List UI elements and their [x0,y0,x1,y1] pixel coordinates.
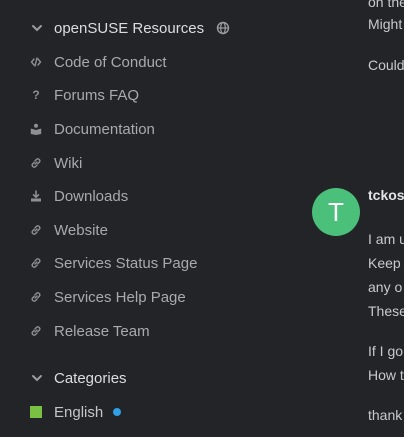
question-icon: ? [32,88,40,102]
chevron-down-icon [32,375,42,382]
section-header-categories[interactable]: Categories [30,366,127,390]
link-label: Services Help Page [54,288,186,306]
globe-icon [216,21,230,35]
link-label: Forums FAQ [54,86,140,104]
sidebar-link-downloads[interactable]: Downloads [30,184,128,208]
category-color-square [30,406,42,418]
section-label: openSUSE Resources [54,19,205,37]
post-text-line: I am u [368,231,404,247]
post-text-line: How t [368,367,404,383]
post-text-line: thank [368,407,403,423]
link-icon [30,256,42,270]
link-label: Code of Conduct [54,53,167,71]
post-text-line: If I go [368,343,404,359]
sidebar-link-services-status-page[interactable]: Services Status Page [30,251,197,275]
sidebar-link-documentation[interactable]: Documentation [30,117,155,141]
chevron-down-icon [32,25,42,32]
link-label: Documentation [54,120,155,138]
sidebar-link-forums-faq[interactable]: ? Forums FAQ [30,83,139,107]
link-icon [30,290,42,304]
link-label: Wiki [54,154,83,172]
sidebar-link-website[interactable]: Website [30,218,108,242]
link-icon [30,156,42,170]
link-label: Services Status Page [54,254,198,272]
post-text-line: on the [368,0,404,10]
section-header-opensuse-resources[interactable]: openSUSE Resources [30,16,230,40]
book-reader-icon [30,122,42,136]
download-icon [30,189,42,203]
post-area: on the Might Could T tckos I am u Keep a… [312,0,404,437]
avatar[interactable]: T [312,188,360,236]
post-username[interactable]: tckos [368,187,404,203]
link-label: Downloads [54,187,129,205]
sidebar: openSUSE Resources Code of Conduct ? For… [0,0,300,437]
link-label: Website [54,221,108,239]
post-text-line: Might [368,16,403,32]
sidebar-link-code-of-conduct[interactable]: Code of Conduct [30,50,167,74]
link-icon [30,223,42,237]
avatar-letter: T [328,196,344,227]
link-icon [30,324,42,338]
page: openSUSE Resources Code of Conduct ? For… [0,0,404,437]
post-text-line: any o [368,279,403,295]
post-text-line: Could [368,57,404,73]
category-label: English [54,403,104,421]
post-text-line: Keep [368,255,401,271]
link-label: Release Team [54,322,150,340]
sidebar-link-wiki[interactable]: Wiki [30,151,82,175]
code-icon [30,55,42,69]
category-link-english[interactable]: English [30,400,122,424]
unread-dot [113,408,122,416]
sidebar-link-services-help-page[interactable]: Services Help Page [30,285,186,309]
post-text-line: These [368,303,404,319]
sidebar-link-release-team[interactable]: Release Team [30,319,150,343]
section-label: Categories [54,369,127,387]
